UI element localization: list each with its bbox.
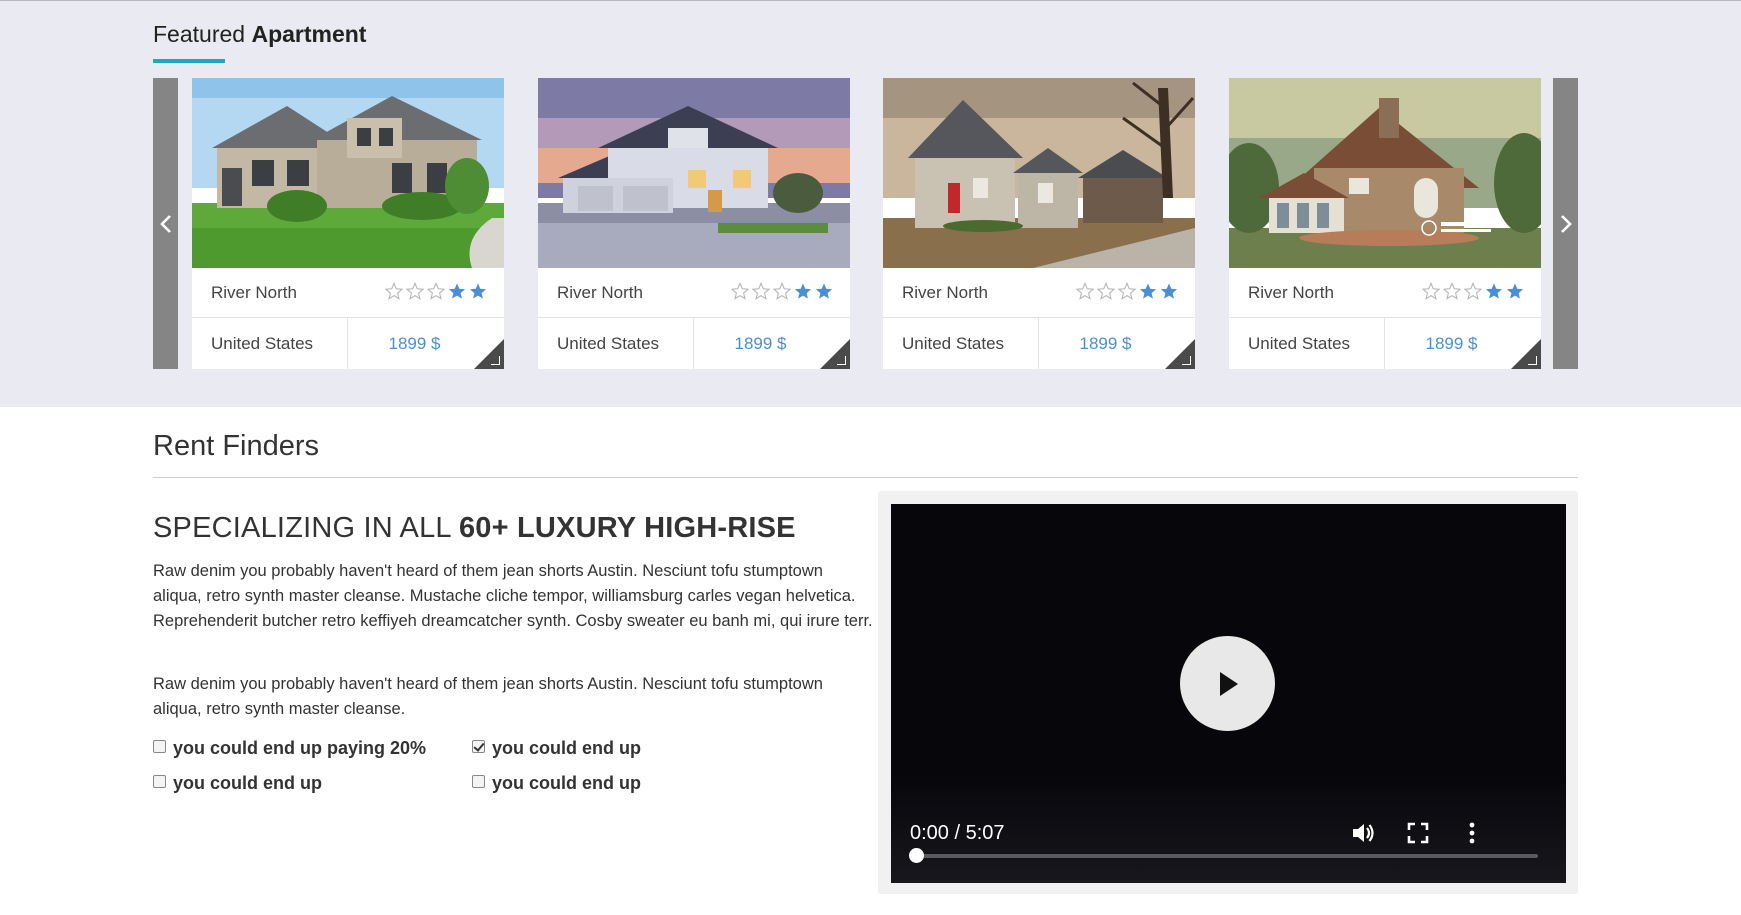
- star-filled-icon[interactable]: [1485, 282, 1503, 300]
- video-time: 0:00 / 5:07: [910, 822, 1005, 844]
- checkbox-item[interactable]: you could end up paying 20%: [153, 738, 426, 759]
- star-empty-icon[interactable]: [773, 282, 791, 300]
- star-rating[interactable]: [731, 282, 833, 300]
- apartment-card[interactable]: River North United States 1899 $: [883, 78, 1195, 369]
- star-empty-icon[interactable]: [1422, 282, 1440, 300]
- video-container: 0:00 / 5:07: [878, 491, 1578, 894]
- card-info-row: River North: [1229, 268, 1541, 318]
- house-photo[interactable]: [538, 78, 850, 268]
- star-empty-icon[interactable]: [752, 282, 770, 300]
- corner-arrow-icon: [1182, 356, 1191, 365]
- checkbox[interactable]: [472, 775, 485, 788]
- checkbox-label[interactable]: you could end up paying 20%: [173, 738, 426, 759]
- chevron-left-icon: [159, 214, 171, 233]
- headline: SPECIALIZING IN ALL 60+ LUXURY HIGH-RISE: [153, 512, 796, 545]
- star-empty-icon[interactable]: [731, 282, 749, 300]
- video-progress-knob[interactable]: [909, 848, 924, 863]
- star-empty-icon[interactable]: [1076, 282, 1094, 300]
- star-empty-icon[interactable]: [1464, 282, 1482, 300]
- card-info-row: River North: [538, 268, 850, 318]
- apartment-card[interactable]: River North United States 1899 $: [538, 78, 850, 369]
- checkbox[interactable]: [472, 740, 485, 753]
- checkbox-label[interactable]: you could end up: [173, 773, 322, 794]
- corner-arrow-icon: [837, 356, 846, 365]
- video-progress-bar[interactable]: [916, 854, 1538, 858]
- card-price-row: United States 1899 $: [1229, 318, 1541, 369]
- more-options-icon[interactable]: [1459, 820, 1485, 846]
- star-empty-icon[interactable]: [406, 282, 424, 300]
- house-photo[interactable]: [192, 78, 504, 268]
- card-country: United States: [557, 334, 660, 353]
- star-filled-icon[interactable]: [1139, 282, 1157, 300]
- headline-light: SPECIALIZING IN ALL: [153, 512, 459, 544]
- card-info-row: River North: [883, 268, 1195, 318]
- star-rating[interactable]: [385, 282, 487, 300]
- house-photo[interactable]: [1229, 78, 1541, 268]
- star-rating[interactable]: [1422, 282, 1524, 300]
- card-price-row: United States 1899 $: [883, 318, 1195, 369]
- section-divider: [153, 477, 1578, 478]
- checkbox[interactable]: [153, 740, 166, 753]
- card-location: River North: [1248, 283, 1334, 302]
- play-icon: [1219, 671, 1238, 696]
- play-button[interactable]: [1180, 636, 1275, 731]
- star-empty-icon[interactable]: [1097, 282, 1115, 300]
- star-filled-icon[interactable]: [1160, 282, 1178, 300]
- body-paragraph: Raw denim you probably haven't heard of …: [153, 562, 873, 630]
- star-filled-icon[interactable]: [794, 282, 812, 300]
- star-rating[interactable]: [1076, 282, 1178, 300]
- card-price-row: United States 1899 $: [192, 318, 504, 369]
- chevron-right-icon: [1560, 214, 1572, 233]
- checkbox[interactable]: [153, 775, 166, 788]
- card-country: United States: [211, 334, 314, 353]
- card-location: River North: [557, 283, 643, 302]
- star-filled-icon[interactable]: [469, 282, 487, 300]
- card-location: River North: [211, 283, 297, 302]
- section-title: Rent Finders: [153, 430, 320, 462]
- star-filled-icon[interactable]: [448, 282, 466, 300]
- corner-arrow-icon: [491, 356, 500, 365]
- featured-section: Featured Apartment River North United St…: [0, 0, 1741, 407]
- checkbox-item[interactable]: you could end up: [472, 738, 641, 759]
- apartment-card[interactable]: River North United States 1899 $: [192, 78, 504, 369]
- video-player[interactable]: 0:00 / 5:07: [891, 504, 1566, 883]
- card-location: River North: [902, 283, 988, 302]
- star-empty-icon[interactable]: [1443, 282, 1461, 300]
- star-filled-icon[interactable]: [815, 282, 833, 300]
- carousel-prev-button[interactable]: [153, 78, 178, 369]
- volume-icon[interactable]: [1350, 820, 1376, 846]
- featured-title: Featured Apartment: [153, 21, 366, 48]
- checkbox-item[interactable]: you could end up: [153, 773, 322, 794]
- checkbox-label[interactable]: you could end up: [492, 738, 641, 759]
- card-info-row: River North: [192, 268, 504, 318]
- fullscreen-icon[interactable]: [1405, 820, 1431, 846]
- apartment-card[interactable]: River North United States 1899 $: [1229, 78, 1541, 369]
- card-price-row: United States 1899 $: [538, 318, 850, 369]
- star-empty-icon[interactable]: [1118, 282, 1136, 300]
- house-photo[interactable]: [883, 78, 1195, 268]
- title-underline: [153, 59, 225, 63]
- body-paragraph: Raw denim you probably haven't heard of …: [153, 675, 823, 718]
- star-filled-icon[interactable]: [1506, 282, 1524, 300]
- featured-title-bold: Apartment: [251, 21, 367, 47]
- star-empty-icon[interactable]: [427, 282, 445, 300]
- corner-arrow-icon: [1528, 356, 1537, 365]
- card-country: United States: [902, 334, 1005, 353]
- checkbox-item[interactable]: you could end up: [472, 773, 641, 794]
- featured-title-light: Featured: [153, 21, 246, 47]
- star-empty-icon[interactable]: [385, 282, 403, 300]
- card-country: United States: [1248, 334, 1351, 353]
- carousel-next-button[interactable]: [1553, 78, 1578, 369]
- headline-bold: 60+ LUXURY HIGH-RISE: [458, 512, 796, 544]
- checkbox-label[interactable]: you could end up: [492, 773, 641, 794]
